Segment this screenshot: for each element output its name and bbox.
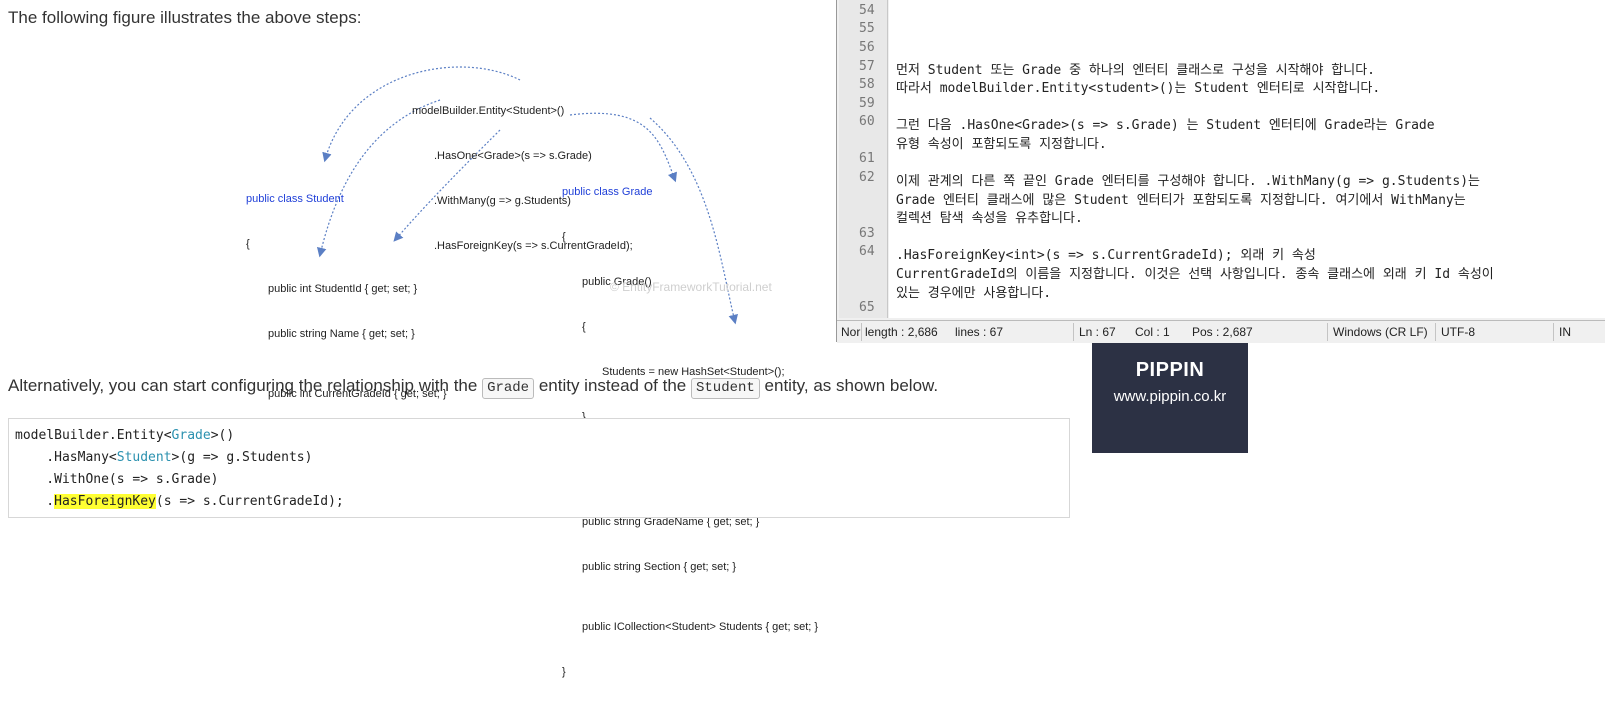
code-line: public string Name { get; set; } bbox=[268, 328, 415, 340]
line-number: 57 bbox=[859, 59, 875, 74]
editor-text-line: 따라서 modelBuilder.Entity<student>()는 Stud… bbox=[896, 81, 1381, 96]
code-line: { bbox=[562, 231, 566, 243]
status-col: Col : 1 bbox=[1135, 325, 1170, 339]
code-token: modelBuilder.Entity< bbox=[15, 428, 172, 443]
alternative-paragraph: Alternatively, you can start configuring… bbox=[8, 376, 938, 399]
editor-text-line: 그런 다음 .HasOne<Grade>(s => s.Grade) 는 Stu… bbox=[896, 118, 1435, 133]
line-number: 65 bbox=[859, 300, 875, 315]
editor-text-line: 유형 속성이 포함되도록 지정합니다. bbox=[896, 137, 1107, 152]
pippin-title: PIPPIN bbox=[1135, 359, 1205, 381]
editor-text-line: .HasForeignKey<int>(s => s.CurrentGradeI… bbox=[896, 248, 1316, 263]
alt-text-after: entity, as shown below. bbox=[764, 376, 939, 395]
editor-text-line: 컬렉션 탐색 속성을 유추합니다. bbox=[896, 211, 1083, 226]
status-ln: Ln : 67 bbox=[1079, 325, 1116, 339]
code-token: .HasMany< bbox=[15, 450, 117, 465]
status-pos: Pos : 2,687 bbox=[1192, 325, 1253, 339]
status-lines: lines : 67 bbox=[955, 325, 1004, 339]
editor-text-line: 이제 관계의 다른 쪽 끝인 Grade 엔터티를 구성해야 합니다. .Wit… bbox=[896, 174, 1481, 189]
code-type: Student bbox=[116, 450, 172, 465]
editor-text-line: Grade 엔터티 클래스에 많은 Student 엔터티가 포함되도록 지정합… bbox=[896, 193, 1466, 208]
status-length: length : 2,686 bbox=[865, 325, 938, 339]
code-line: { bbox=[582, 321, 586, 333]
code-token: .WithOne(s => s.Grade) bbox=[15, 472, 219, 487]
line-number: 61 bbox=[859, 151, 875, 166]
line-number: 56 bbox=[859, 40, 875, 55]
relationship-figure: modelBuilder.Entity<Student>() .HasOne<G… bbox=[230, 60, 840, 678]
code-line: { bbox=[246, 238, 250, 250]
watermark: © EntityFrameworkTutorial.net bbox=[610, 280, 772, 294]
highlighted-keyword: HasForeignKey bbox=[54, 494, 156, 509]
code-token: . bbox=[15, 494, 55, 509]
student-class-line: public class Student bbox=[246, 193, 344, 205]
code-line: } bbox=[562, 666, 566, 678]
notepad-editor-window: Nor length : 2,686 lines : 67 Ln : 67 Co… bbox=[836, 0, 1605, 343]
status-bar: Nor length : 2,686 lines : 67 Ln : 67 Co… bbox=[837, 320, 1605, 343]
pippin-logo: PIPPIN www.pippin.co.kr bbox=[1092, 343, 1248, 453]
code-token: >() bbox=[210, 428, 235, 443]
editor-text-line: CurrentGradeId의 이름을 지정합니다. 이것은 선택 사항입니다.… bbox=[896, 267, 1494, 282]
alt-text-middle: entity instead of the bbox=[538, 376, 687, 395]
code-type: Grade bbox=[171, 428, 211, 443]
line-number: 62 bbox=[859, 170, 875, 185]
builder-line-1: modelBuilder.Entity<Student>() bbox=[412, 105, 565, 117]
code-token: >(g => g.Students) bbox=[171, 450, 313, 465]
line-number: 60 bbox=[859, 114, 875, 129]
status-insert-mode: IN bbox=[1559, 325, 1571, 339]
code-token: (s => s.CurrentGradeId); bbox=[155, 494, 344, 509]
line-number: 63 bbox=[859, 226, 875, 241]
alt-text-before: Alternatively, you can start configuring… bbox=[8, 376, 478, 395]
grade-class-line: public class Grade bbox=[562, 186, 653, 198]
line-number: 55 bbox=[859, 21, 875, 36]
line-number: 59 bbox=[859, 96, 875, 111]
status-eol: Windows (CR LF) bbox=[1333, 325, 1428, 339]
status-mode: Nor bbox=[841, 325, 861, 339]
student-inline-code: Student bbox=[690, 378, 760, 399]
code-block: modelBuilder.Entity<Grade>() .HasMany<St… bbox=[8, 418, 1070, 518]
pippin-url: www.pippin.co.kr bbox=[1113, 388, 1227, 405]
code-line: public ICollection<Student> Students { g… bbox=[582, 621, 819, 633]
code-line: public int StudentId { get; set; } bbox=[268, 283, 418, 295]
code-line: public string Section { get; set; } bbox=[582, 561, 737, 573]
line-number: 54 bbox=[859, 3, 875, 18]
line-number: 64 bbox=[859, 244, 875, 259]
intro-text: The following figure illustrates the abo… bbox=[8, 8, 362, 27]
status-encoding: UTF-8 bbox=[1441, 325, 1475, 339]
editor-text-line: 있는 경우에만 사용합니다. bbox=[896, 286, 1052, 301]
editor-text-line: 먼저 Student 또는 Grade 중 하나의 엔터티 클래스로 구성을 시… bbox=[896, 63, 1376, 78]
line-number: 58 bbox=[859, 77, 875, 92]
grade-inline-code: Grade bbox=[482, 378, 535, 399]
